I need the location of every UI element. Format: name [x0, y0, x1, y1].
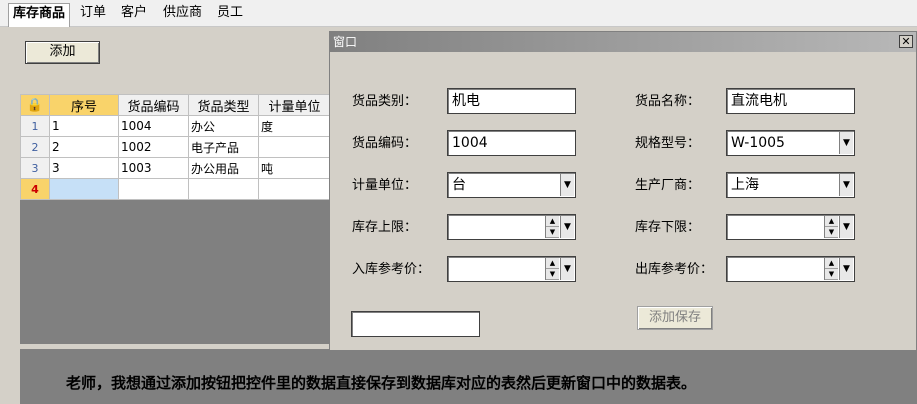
code-label: 货品编码：: [352, 136, 418, 151]
chevron-down-icon[interactable]: ▼: [560, 216, 574, 238]
table-row[interactable]: 2 2 1002 电子产品: [20, 136, 331, 158]
cell-code[interactable]: 1004: [118, 115, 189, 137]
menu-employees[interactable]: 员工: [213, 3, 247, 23]
menu-bar: 库存商品 订单 客户 供应商 员工: [0, 0, 917, 27]
cell-type[interactable]: 办公用品: [188, 157, 259, 179]
grid-header-row: 🔒 序号 货品编码 货品类型 计量单位: [20, 94, 331, 116]
in-price-spinner[interactable]: ▲ ▼ ▼: [447, 256, 576, 282]
spin-down-icon[interactable]: ▼: [546, 227, 559, 238]
name-input[interactable]: 直流电机: [726, 88, 855, 114]
spin-buttons[interactable]: ▲ ▼: [824, 216, 838, 238]
cell-type[interactable]: 电子产品: [188, 136, 259, 158]
category-label: 货品类别：: [352, 94, 418, 109]
row-header[interactable]: 3: [20, 157, 50, 179]
chevron-down-icon[interactable]: ▼: [839, 258, 853, 280]
spin-buttons[interactable]: ▲ ▼: [824, 258, 838, 280]
chevron-down-icon[interactable]: ▼: [839, 132, 853, 154]
unit-label: 计量单位：: [352, 178, 418, 193]
question-caption: 老师，我想通过添加按钮把控件里的数据直接保存到数据库对应的表然后更新窗口中的数据…: [66, 374, 697, 392]
cell-code[interactable]: 1002: [118, 136, 189, 158]
out-price-spinner[interactable]: ▲ ▼ ▼: [726, 256, 855, 282]
row-header-new[interactable]: 4: [20, 178, 50, 200]
cell-index[interactable]: 3: [49, 157, 119, 179]
stock-upper-spinner[interactable]: ▲ ▼ ▼: [447, 214, 576, 240]
spin-down-icon[interactable]: ▼: [825, 227, 838, 238]
new-cell-unit[interactable]: [258, 178, 331, 200]
model-label: 规格型号：: [635, 136, 701, 151]
chevron-down-icon[interactable]: ▼: [560, 258, 574, 280]
window-title: 窗口: [333, 35, 358, 49]
column-header-index[interactable]: 序号: [49, 94, 119, 116]
spin-buttons[interactable]: ▲ ▼: [545, 216, 559, 238]
window-titlebar[interactable]: 窗口 ✕: [330, 32, 916, 52]
chevron-down-icon[interactable]: ▼: [560, 174, 574, 196]
cell-type[interactable]: 办公: [188, 115, 259, 137]
maker-combo[interactable]: 上海 ▼: [726, 172, 855, 198]
menu-customers[interactable]: 客户: [117, 3, 151, 23]
in-price-label: 入库参考价：: [352, 262, 431, 277]
unit-combo-value: 台: [452, 177, 466, 193]
menu-suppliers[interactable]: 供应商: [159, 3, 206, 23]
chevron-down-icon[interactable]: ▼: [839, 216, 853, 238]
close-icon[interactable]: ✕: [899, 35, 913, 48]
out-price-label: 出库参考价：: [635, 262, 714, 277]
column-header-code[interactable]: 货品编码: [118, 94, 189, 116]
save-button[interactable]: 添加保存: [637, 306, 713, 330]
chevron-down-icon[interactable]: ▼: [839, 174, 853, 196]
name-label: 货品名称：: [635, 94, 701, 109]
product-window: 窗口 ✕ 货品类别： 机电 货品名称： 直流电机 货品编码： 1004 规格型号…: [329, 31, 917, 351]
cell-index[interactable]: 2: [49, 136, 119, 158]
unit-combo[interactable]: 台 ▼: [447, 172, 576, 198]
spin-down-icon[interactable]: ▼: [546, 269, 559, 280]
grid-empty-area: [20, 199, 330, 344]
column-header-unit[interactable]: 计量单位: [258, 94, 331, 116]
spin-buttons[interactable]: ▲ ▼: [545, 258, 559, 280]
spin-up-icon[interactable]: ▲: [546, 258, 559, 269]
model-combo[interactable]: W-1005 ▼: [726, 130, 855, 156]
menu-inventory[interactable]: 库存商品: [8, 3, 71, 27]
new-cell-index[interactable]: [49, 178, 119, 200]
grid-corner-lock-icon[interactable]: 🔒: [20, 94, 50, 116]
stock-lower-label: 库存下限：: [635, 220, 701, 235]
cell-unit[interactable]: 吨: [258, 157, 331, 179]
new-cell-code[interactable]: [118, 178, 189, 200]
row-header[interactable]: 2: [20, 136, 50, 158]
new-cell-type[interactable]: [188, 178, 259, 200]
maker-combo-value: 上海: [731, 177, 759, 193]
stock-upper-label: 库存上限：: [352, 220, 418, 235]
cell-code[interactable]: 1003: [118, 157, 189, 179]
row-header[interactable]: 1: [20, 115, 50, 137]
table-row[interactable]: 1 1 1004 办公 度: [20, 115, 331, 137]
column-header-type[interactable]: 货品类型: [188, 94, 259, 116]
new-row[interactable]: 4: [20, 178, 331, 200]
spin-up-icon[interactable]: ▲: [825, 216, 838, 227]
model-combo-value: W-1005: [731, 135, 785, 151]
maker-label: 生产厂商：: [635, 178, 701, 193]
cell-unit[interactable]: 度: [258, 115, 331, 137]
menu-orders[interactable]: 订单: [76, 3, 110, 23]
stock-lower-spinner[interactable]: ▲ ▼ ▼: [726, 214, 855, 240]
spin-up-icon[interactable]: ▲: [825, 258, 838, 269]
add-button[interactable]: 添加: [25, 41, 100, 64]
extra-input[interactable]: [351, 311, 480, 337]
cell-index[interactable]: 1: [49, 115, 119, 137]
spin-up-icon[interactable]: ▲: [546, 216, 559, 227]
code-input[interactable]: 1004: [447, 130, 576, 156]
data-grid[interactable]: 🔒 序号 货品编码 货品类型 计量单位 1 1 1004 办公 度 2 2 10…: [20, 94, 331, 200]
table-row[interactable]: 3 3 1003 办公用品 吨: [20, 157, 331, 179]
category-input[interactable]: 机电: [447, 88, 576, 114]
cell-unit[interactable]: [258, 136, 331, 158]
spin-down-icon[interactable]: ▼: [825, 269, 838, 280]
